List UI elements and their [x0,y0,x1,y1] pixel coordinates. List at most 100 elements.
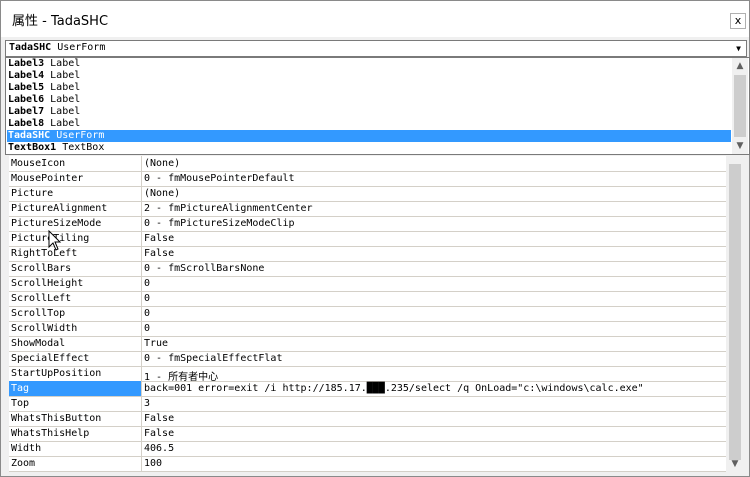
object-list-item-label: Label3 Label [8,58,80,69]
property-row[interactable]: PictureAlignment 2 - fmPictureAlignmentCe… [9,201,726,217]
object-selector-combo[interactable]: TadaSHC UserForm ▼ [5,40,747,57]
property-row[interactable]: ScrollHeight 0 [9,276,726,292]
property-row[interactable]: Picture (None) [9,186,726,202]
property-value-cell[interactable]: 100 [142,456,162,471]
title-bar[interactable]: 属性 - TadaSHC x [1,1,749,37]
close-button[interactable]: x [730,13,746,29]
property-name-cell[interactable]: WhatsThisButton [9,411,142,426]
property-row[interactable]: Zoom 100 [9,456,726,472]
property-row[interactable]: WhatsThisButton False [9,411,726,427]
property-name-cell[interactable]: ScrollTop [9,306,142,321]
chevron-down-icon[interactable]: ▼ [732,42,745,55]
object-selector-name: TadaSHC [9,42,52,53]
object-selector-value: TadaSHC UserForm [9,42,105,53]
property-name: MouseIcon [11,158,66,169]
property-row[interactable]: MouseIcon (None) [9,156,726,172]
property-name-cell[interactable]: ScrollBars [9,261,142,276]
property-value-cell[interactable]: (None) [142,156,180,171]
property-value-cell[interactable]: (None) [142,186,180,201]
property-value-cell[interactable]: 0 [142,291,150,306]
property-grid-scroll-thumb[interactable] [729,164,741,460]
property-name-cell[interactable]: Top [9,396,142,411]
property-value-cell[interactable]: False [142,411,174,426]
object-list-item[interactable]: TadaSHC UserForm [7,130,731,142]
property-value-cell[interactable]: 406.5 [142,441,174,456]
object-list-item[interactable]: Label7 Label [7,106,731,118]
property-value-cell[interactable]: 2 - fmPictureAlignmentCenter [142,201,313,216]
scroll-up-icon[interactable]: ▲ [732,58,748,74]
object-list-scrollbar[interactable]: ▲ ▼ [732,58,748,154]
property-value: 0 - fmScrollBarsNone [144,263,265,274]
property-name-cell[interactable]: PictureSizeMode [9,216,142,231]
property-value-cell[interactable]: 1 - 所有者中心 [142,366,218,383]
property-name: Tag [11,383,30,394]
property-name-cell[interactable]: Tag [9,381,142,396]
property-value: 2 - fmPictureAlignmentCenter [144,203,313,214]
property-value-cell[interactable]: 0 - fmMousePointerDefault [142,171,295,186]
object-list-item-label: Label4 Label [8,70,80,81]
property-name-cell[interactable]: StartUpPosition [9,366,142,381]
property-name-cell[interactable]: ShowModal [9,336,142,351]
object-list-item-name: Label3 [8,58,45,69]
property-row[interactable]: WhatsThisHelp False [9,426,726,442]
object-list-item-label: Label8 Label [8,118,80,129]
property-value-cell[interactable]: True [142,336,168,351]
property-name-cell[interactable]: ScrollHeight [9,276,142,291]
property-name-cell[interactable]: Picture [9,186,142,201]
property-row[interactable]: Top 3 [9,396,726,412]
property-name-cell[interactable]: ScrollWidth [9,321,142,336]
property-name-cell[interactable]: Width [9,441,142,456]
property-value-cell[interactable]: 0 - fmPictureSizeModeClip [142,216,295,231]
object-list-item[interactable]: Label8 Label [7,118,731,130]
scroll-down-icon[interactable]: ▼ [732,138,748,154]
property-name: StartUpPosition [11,368,102,379]
property-value: False [144,233,175,244]
scroll-down-icon[interactable]: ▼ [727,456,743,472]
property-row[interactable]: RightToLeft False [9,246,726,262]
property-row[interactable]: Tag back=001 error=exit /i http://185.17.… [9,381,726,397]
property-row[interactable]: PictureTilingFalse [9,231,726,247]
property-name-cell[interactable]: WhatsThisHelp [9,426,142,441]
property-value-cell[interactable]: 0 [142,306,150,321]
property-row[interactable]: ScrollWidth 0 [9,321,726,337]
property-name-cell[interactable]: Zoom [9,456,142,471]
property-name-cell[interactable]: MousePointer [9,171,142,186]
property-value-cell[interactable]: 0 [142,321,150,336]
property-grid-scrollbar[interactable]: ▼ [727,156,744,472]
property-name-cell[interactable]: MouseIcon [9,156,142,171]
object-dropdown-list[interactable]: Label3 Label Label4 Label Label5 Label Labe… [5,57,750,155]
object-list-item-label: Label6 Label [8,94,80,105]
property-value-cell[interactable]: 0 - fmScrollBarsNone [142,261,264,276]
property-name-cell[interactable]: PictureAlignment [9,201,142,216]
property-row[interactable]: Width 406.5 [9,441,726,457]
property-value-cell[interactable]: 3 [142,396,150,411]
property-value-cell[interactable]: False [142,426,174,441]
property-row[interactable]: StartUpPosition 1 - 所有者中心 [9,366,726,383]
object-list-item[interactable]: TextBox1 TextBox [7,142,731,154]
property-value-cell[interactable]: back=001 error=exit /i http://185.17.███… [142,381,644,396]
property-name: Top [11,398,30,409]
property-row[interactable]: SpecialEffect 0 - fmSpecialEffectFlat [9,351,726,367]
object-list-item-type: Label [50,82,81,93]
property-value: True [144,338,169,349]
property-value-cell[interactable]: False [142,246,174,261]
property-value-cell[interactable]: 0 [142,276,150,291]
property-row[interactable]: PictureSizeMode 0 - fmPictureSizeModeClip [9,216,726,232]
object-list-item[interactable]: Label5 Label [7,82,731,94]
property-value-cell[interactable]: 0 - fmSpecialEffectFlat [142,351,282,366]
property-row[interactable]: ShowModal True [9,336,726,352]
object-list-item[interactable]: Label6 Label [7,94,731,106]
object-list-scroll-thumb[interactable] [734,75,746,137]
object-list-item[interactable]: Label3 Label [7,58,731,70]
property-value-cell[interactable]: False [142,231,174,246]
property-name-cell[interactable]: SpecialEffect [9,351,142,366]
property-name-cell[interactable]: RightToLeft [9,246,142,261]
property-row[interactable]: ScrollTop 0 [9,306,726,322]
property-row[interactable]: MousePointer 0 - fmMousePointerDefault [9,171,726,187]
property-name-cell[interactable]: ScrollLeft [9,291,142,306]
object-list-item[interactable]: Label4 Label [7,70,731,82]
property-name: ScrollHeight [11,278,84,289]
property-name-cell[interactable]: PictureTiling [9,231,142,246]
property-row[interactable]: ScrollBars 0 - fmScrollBarsNone [9,261,726,277]
property-row[interactable]: ScrollLeft 0 [9,291,726,307]
